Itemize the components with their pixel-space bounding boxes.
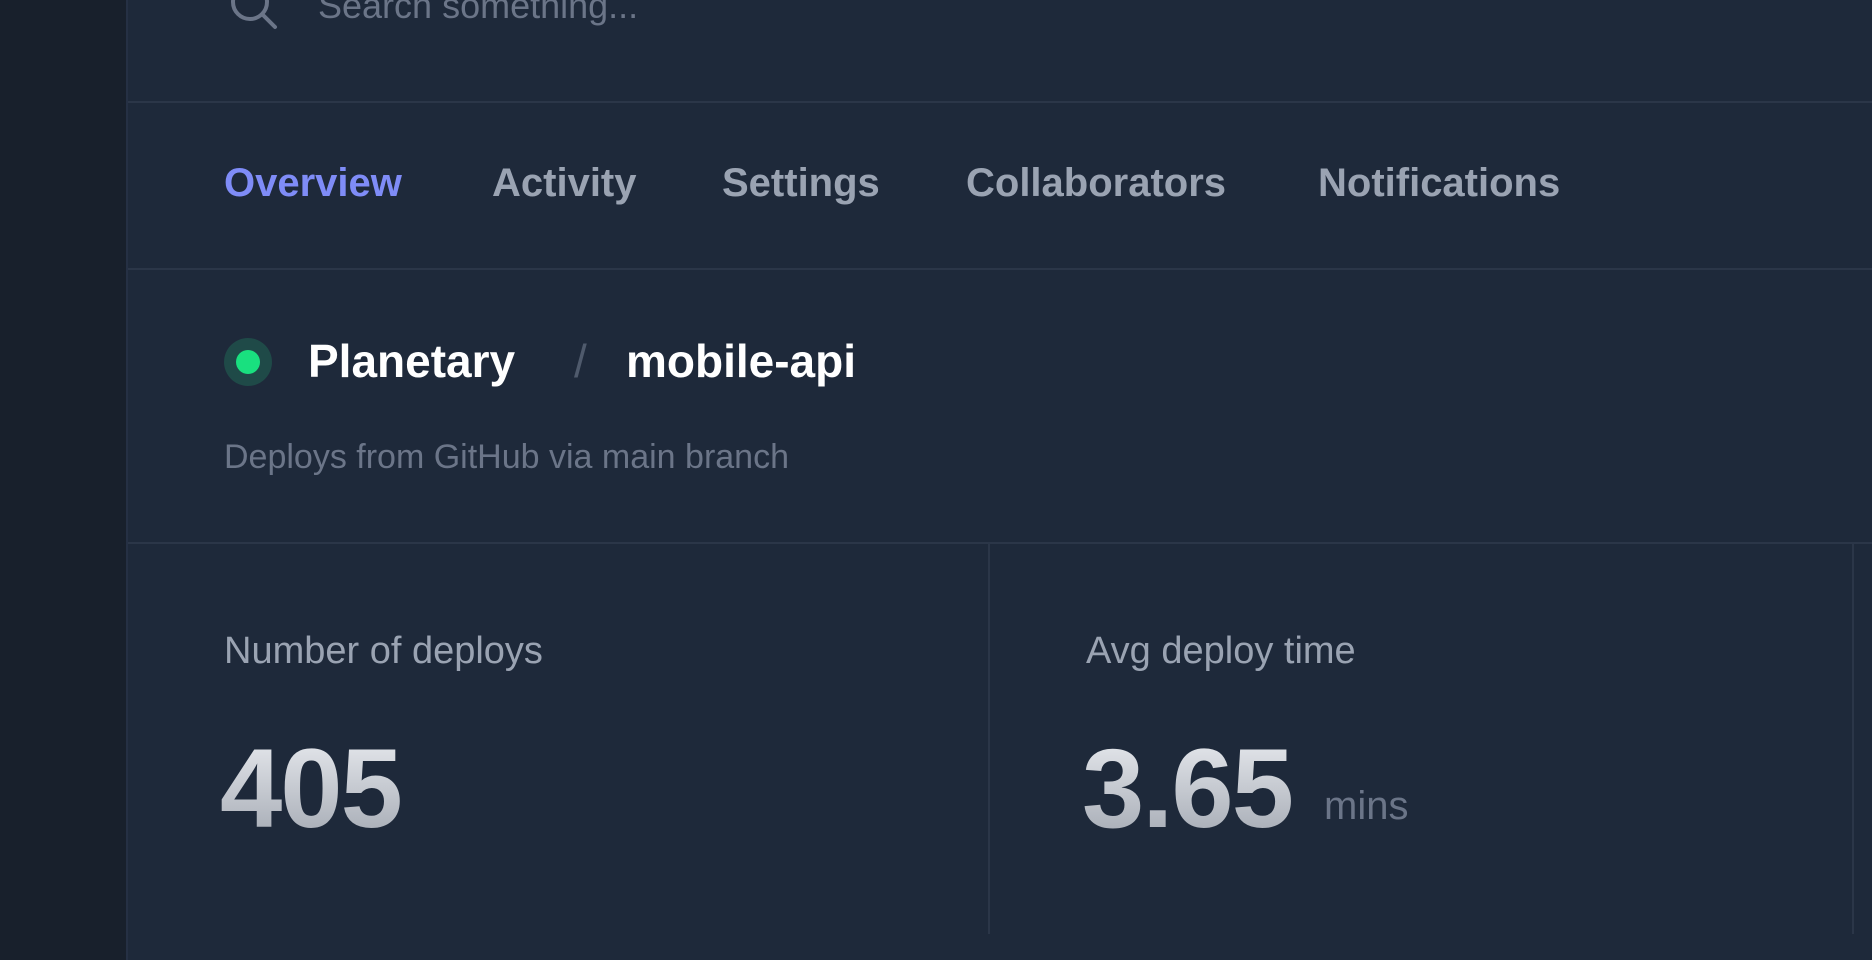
main-panel: Overview Activity Settings Collaborators… [126,0,1872,960]
stat-card-deploys: Number of deploys 405 [128,544,990,934]
stat-label: Avg deploy time [1086,630,1356,672]
search-icon [226,0,286,38]
sidebar [0,0,126,960]
stat-card-deploy-time: Avg deploy time 3.65 mins [990,544,1854,934]
status-indicator [224,338,272,386]
breadcrumb-project[interactable]: mobile-api [626,334,856,388]
status-dot-icon [236,350,260,374]
search-input[interactable] [318,0,1218,26]
tab-bar: Overview Activity Settings Collaborators… [128,103,1872,270]
tab-collaborators[interactable]: Collaborators [966,161,1226,206]
stats-panel: Number of deploys 405 Avg deploy time 3.… [128,544,1872,960]
tab-settings[interactable]: Settings [722,161,880,206]
stat-value: 405 [220,726,403,851]
tab-notifications[interactable]: Notifications [1318,161,1560,206]
stat-value: 3.65 [1082,726,1294,851]
breadcrumb-separator: / [574,335,587,387]
tab-activity[interactable]: Activity [492,161,637,206]
search-bar [128,0,1872,103]
stat-unit: mins [1324,784,1409,828]
tab-overview[interactable]: Overview [224,161,402,206]
project-description: Deploys from GitHub via main branch [224,438,790,476]
project-header: Planetary / mobile-api Deploys from GitH… [128,270,1872,544]
breadcrumb-organization[interactable]: Planetary [308,334,515,388]
stat-label: Number of deploys [224,630,543,672]
